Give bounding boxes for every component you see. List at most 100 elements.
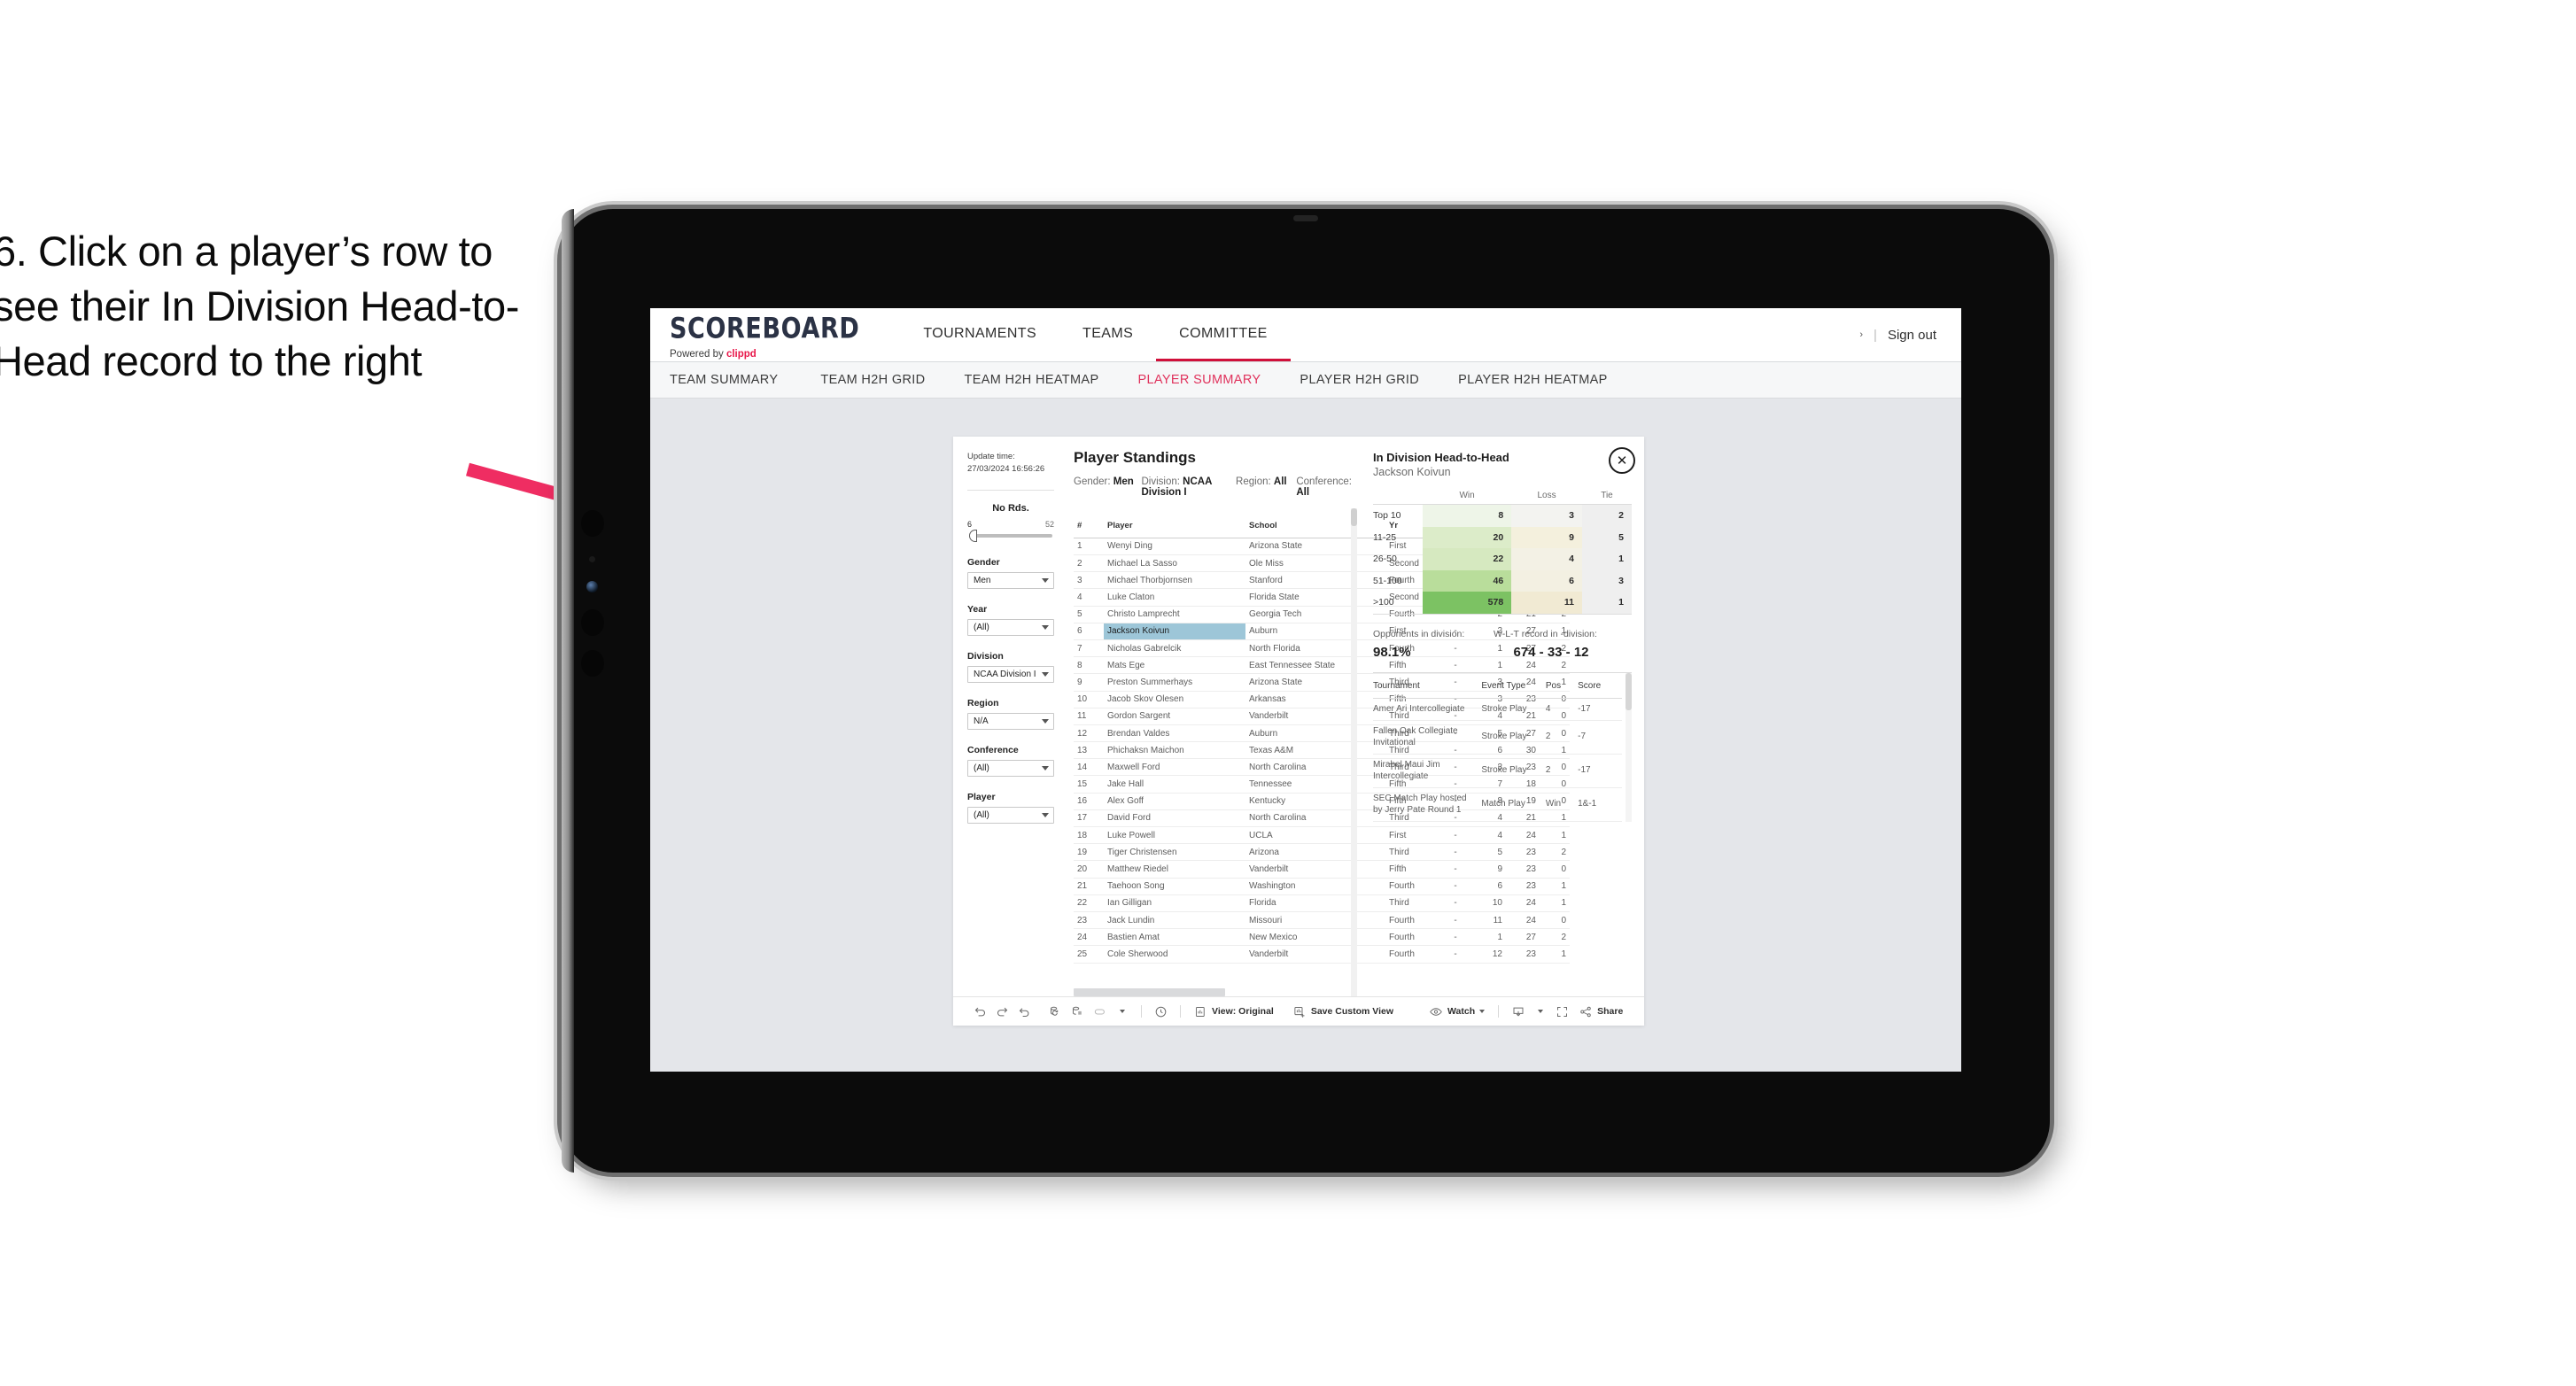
player-cell: Michael La Sasso bbox=[1104, 554, 1245, 573]
view-original-button[interactable]: View: Original bbox=[1189, 1005, 1279, 1018]
player-cell: Jacob Skov Olesen bbox=[1104, 691, 1245, 708]
tournament-name-cell: Mirabel Maui Jim Intercollegiate bbox=[1373, 754, 1482, 788]
subtab-team-h2h-grid[interactable]: TEAM H2H GRID bbox=[801, 373, 944, 387]
download-icon[interactable] bbox=[1507, 1002, 1529, 1021]
meta-conference-value: All bbox=[1296, 487, 1310, 498]
caret-glyph bbox=[1119, 1010, 1125, 1013]
subtab-player-h2h-heatmap[interactable]: PLAYER H2H HEATMAP bbox=[1439, 373, 1627, 387]
h2h-matrix-row: 51-100 46 6 3 bbox=[1373, 569, 1632, 592]
filter-division: Division NCAA Division I bbox=[967, 651, 1054, 683]
rank-cell: 9 bbox=[1074, 673, 1104, 692]
filter-player-select[interactable]: (All) bbox=[967, 806, 1054, 824]
pause-refresh-icon[interactable] bbox=[1150, 1002, 1172, 1021]
h2h-matrix-body: Top 10 8 3 2 11-25 20 9 5 26-50 22 4 1 51-100 46 6 3 >10… bbox=[1373, 504, 1632, 615]
fullscreen-icon[interactable] bbox=[1551, 1002, 1573, 1021]
device-lens-icon bbox=[586, 581, 598, 592]
tournament-table: Tournament Event Type Pos Score Amer Ari… bbox=[1373, 672, 1622, 822]
rank-cell: 6 bbox=[1074, 623, 1104, 640]
standings-table-scroll: # Player School Yr RegRank ConfRank NoRd… bbox=[1074, 508, 1570, 996]
h2h-row-label: >100 bbox=[1373, 592, 1423, 615]
standings-scroll-thumb[interactable] bbox=[1351, 508, 1357, 526]
nav-tab-teams[interactable]: TEAMS bbox=[1059, 308, 1156, 361]
revert-icon[interactable] bbox=[1013, 1002, 1036, 1021]
logo-tagline-prefix: Powered by bbox=[670, 349, 726, 360]
tournament-row[interactable]: Mirabel Maui Jim Intercollegiate Stroke P… bbox=[1373, 754, 1622, 788]
tournament-row[interactable]: Fallen Oak Collegiate Invitational Stroke… bbox=[1373, 720, 1622, 755]
share-button[interactable]: Share bbox=[1573, 1005, 1628, 1018]
rank-cell: 15 bbox=[1074, 775, 1104, 794]
stat-wlt-label: W-L-T record in -division: bbox=[1494, 628, 1597, 639]
meta-region: Region: All bbox=[1236, 476, 1296, 498]
standings-horizontal-scrollbar[interactable] bbox=[1074, 988, 1226, 996]
no-rounds-max: 52 bbox=[1044, 519, 1054, 529]
nav-tab-committee[interactable]: COMMITTEE bbox=[1156, 308, 1291, 361]
h2h-row-label: 51-100 bbox=[1373, 575, 1402, 586]
tablet-screen: SCOREBOARD Powered by clippd TOURNAMENTS… bbox=[650, 308, 1961, 1072]
filter-year-select[interactable]: (All) bbox=[967, 618, 1054, 636]
chevron-down-icon[interactable] bbox=[1529, 1002, 1551, 1021]
sign-out-link[interactable]: Sign out bbox=[1888, 328, 1936, 343]
h2h-win-cell: 578 bbox=[1423, 592, 1512, 615]
toolbar-divider-1 bbox=[1141, 1005, 1142, 1018]
player-cell: David Ford bbox=[1104, 809, 1245, 828]
meta-division: Division: NCAA Division I bbox=[1142, 476, 1237, 498]
rank-cell: 3 bbox=[1074, 571, 1104, 590]
h2h-win-cell: 20 bbox=[1423, 526, 1512, 548]
h2h-title: In Division Head-to-Head bbox=[1373, 451, 1509, 464]
close-icon[interactable]: ✕ bbox=[1609, 447, 1635, 474]
pause-data-icon[interactable] bbox=[1067, 1002, 1089, 1021]
player-cell: Matthew Riedel bbox=[1104, 860, 1245, 879]
tournament-row[interactable]: Amer Ari Intercollegiate Stroke Play 4 -17 bbox=[1373, 698, 1622, 721]
tournament-vertical-scrollbar[interactable] bbox=[1626, 672, 1632, 822]
col-event-type[interactable]: Event Type bbox=[1481, 672, 1546, 699]
h2h-loss-cell: 6 bbox=[1511, 569, 1582, 592]
share-label: Share bbox=[1597, 1006, 1624, 1017]
filter-division-select[interactable]: NCAA Division I bbox=[967, 665, 1054, 683]
device-left-rail bbox=[562, 209, 574, 1173]
filter-gender-select[interactable]: Men bbox=[967, 571, 1054, 589]
toolbar-divider-2 bbox=[1180, 1005, 1181, 1018]
subtab-team-summary[interactable]: TEAM SUMMARY bbox=[670, 373, 801, 387]
tournament-name-cell: SEC Match Play hosted by Jerry Pate Roun… bbox=[1373, 787, 1482, 822]
save-custom-view-button[interactable]: Save Custom View bbox=[1288, 1005, 1399, 1018]
col-player[interactable]: Player bbox=[1104, 508, 1245, 538]
chevron-down-icon[interactable] bbox=[1479, 1010, 1486, 1013]
no-rounds-slider-handle[interactable] bbox=[969, 529, 977, 542]
filter-region-select[interactable]: N/A bbox=[967, 712, 1054, 730]
player-cell: Nicholas Gabrelcik bbox=[1104, 639, 1245, 658]
subtab-team-h2h-heatmap[interactable]: TEAM H2H HEATMAP bbox=[945, 373, 1119, 387]
col-pos[interactable]: Pos bbox=[1545, 672, 1579, 699]
no-rounds-slider[interactable] bbox=[969, 529, 1052, 542]
custom-view-icon[interactable] bbox=[1089, 1002, 1111, 1021]
tournament-scroll-thumb[interactable] bbox=[1626, 672, 1632, 710]
undo-icon[interactable] bbox=[969, 1002, 991, 1021]
meta-conference-label: Conference: bbox=[1296, 476, 1352, 487]
col-tournament[interactable]: Tournament bbox=[1373, 672, 1482, 699]
chevron-down-icon[interactable] bbox=[1111, 1002, 1133, 1021]
pos-cell: Win bbox=[1545, 787, 1579, 822]
watch-button[interactable]: Watch bbox=[1424, 1005, 1490, 1018]
player-cell: Bastien Amat bbox=[1104, 928, 1245, 947]
rank-cell: 16 bbox=[1074, 793, 1104, 810]
col-score[interactable]: Score bbox=[1578, 672, 1622, 699]
chevron-down-icon bbox=[1042, 672, 1049, 678]
h2h-matrix-row: >100 578 11 1 bbox=[1373, 592, 1632, 615]
account-caret-icon[interactable]: › bbox=[1859, 329, 1863, 340]
filter-conference-select[interactable]: (All) bbox=[967, 759, 1054, 777]
no-rounds-range: 6 52 bbox=[967, 520, 1054, 529]
h2h-tie-cell: 1 bbox=[1581, 548, 1632, 570]
meta-conference: Conference: All bbox=[1296, 476, 1352, 498]
subtab-player-h2h-grid[interactable]: PLAYER H2H GRID bbox=[1280, 373, 1439, 387]
h2h-matrix-head: Win Loss Tie bbox=[1373, 491, 1632, 505]
standings-vertical-scrollbar[interactable] bbox=[1351, 508, 1357, 996]
col-rank[interactable]: # bbox=[1074, 508, 1104, 538]
nav-tab-tournaments[interactable]: TOURNAMENTS bbox=[900, 308, 1059, 361]
refresh-data-icon[interactable] bbox=[1044, 1002, 1067, 1021]
viz-toolbar: View: Original Save Custom View Watch Sh… bbox=[953, 996, 1644, 1026]
redo-icon[interactable] bbox=[991, 1002, 1013, 1021]
meta-gender-label: Gender: bbox=[1074, 476, 1113, 487]
stat-opponents-label: Opponents in division: bbox=[1373, 628, 1465, 639]
tournament-row[interactable]: SEC Match Play hosted by Jerry Pate Roun… bbox=[1373, 787, 1622, 822]
device-microphone-icon bbox=[581, 650, 604, 677]
subtab-player-summary[interactable]: PLAYER SUMMARY bbox=[1118, 373, 1280, 387]
